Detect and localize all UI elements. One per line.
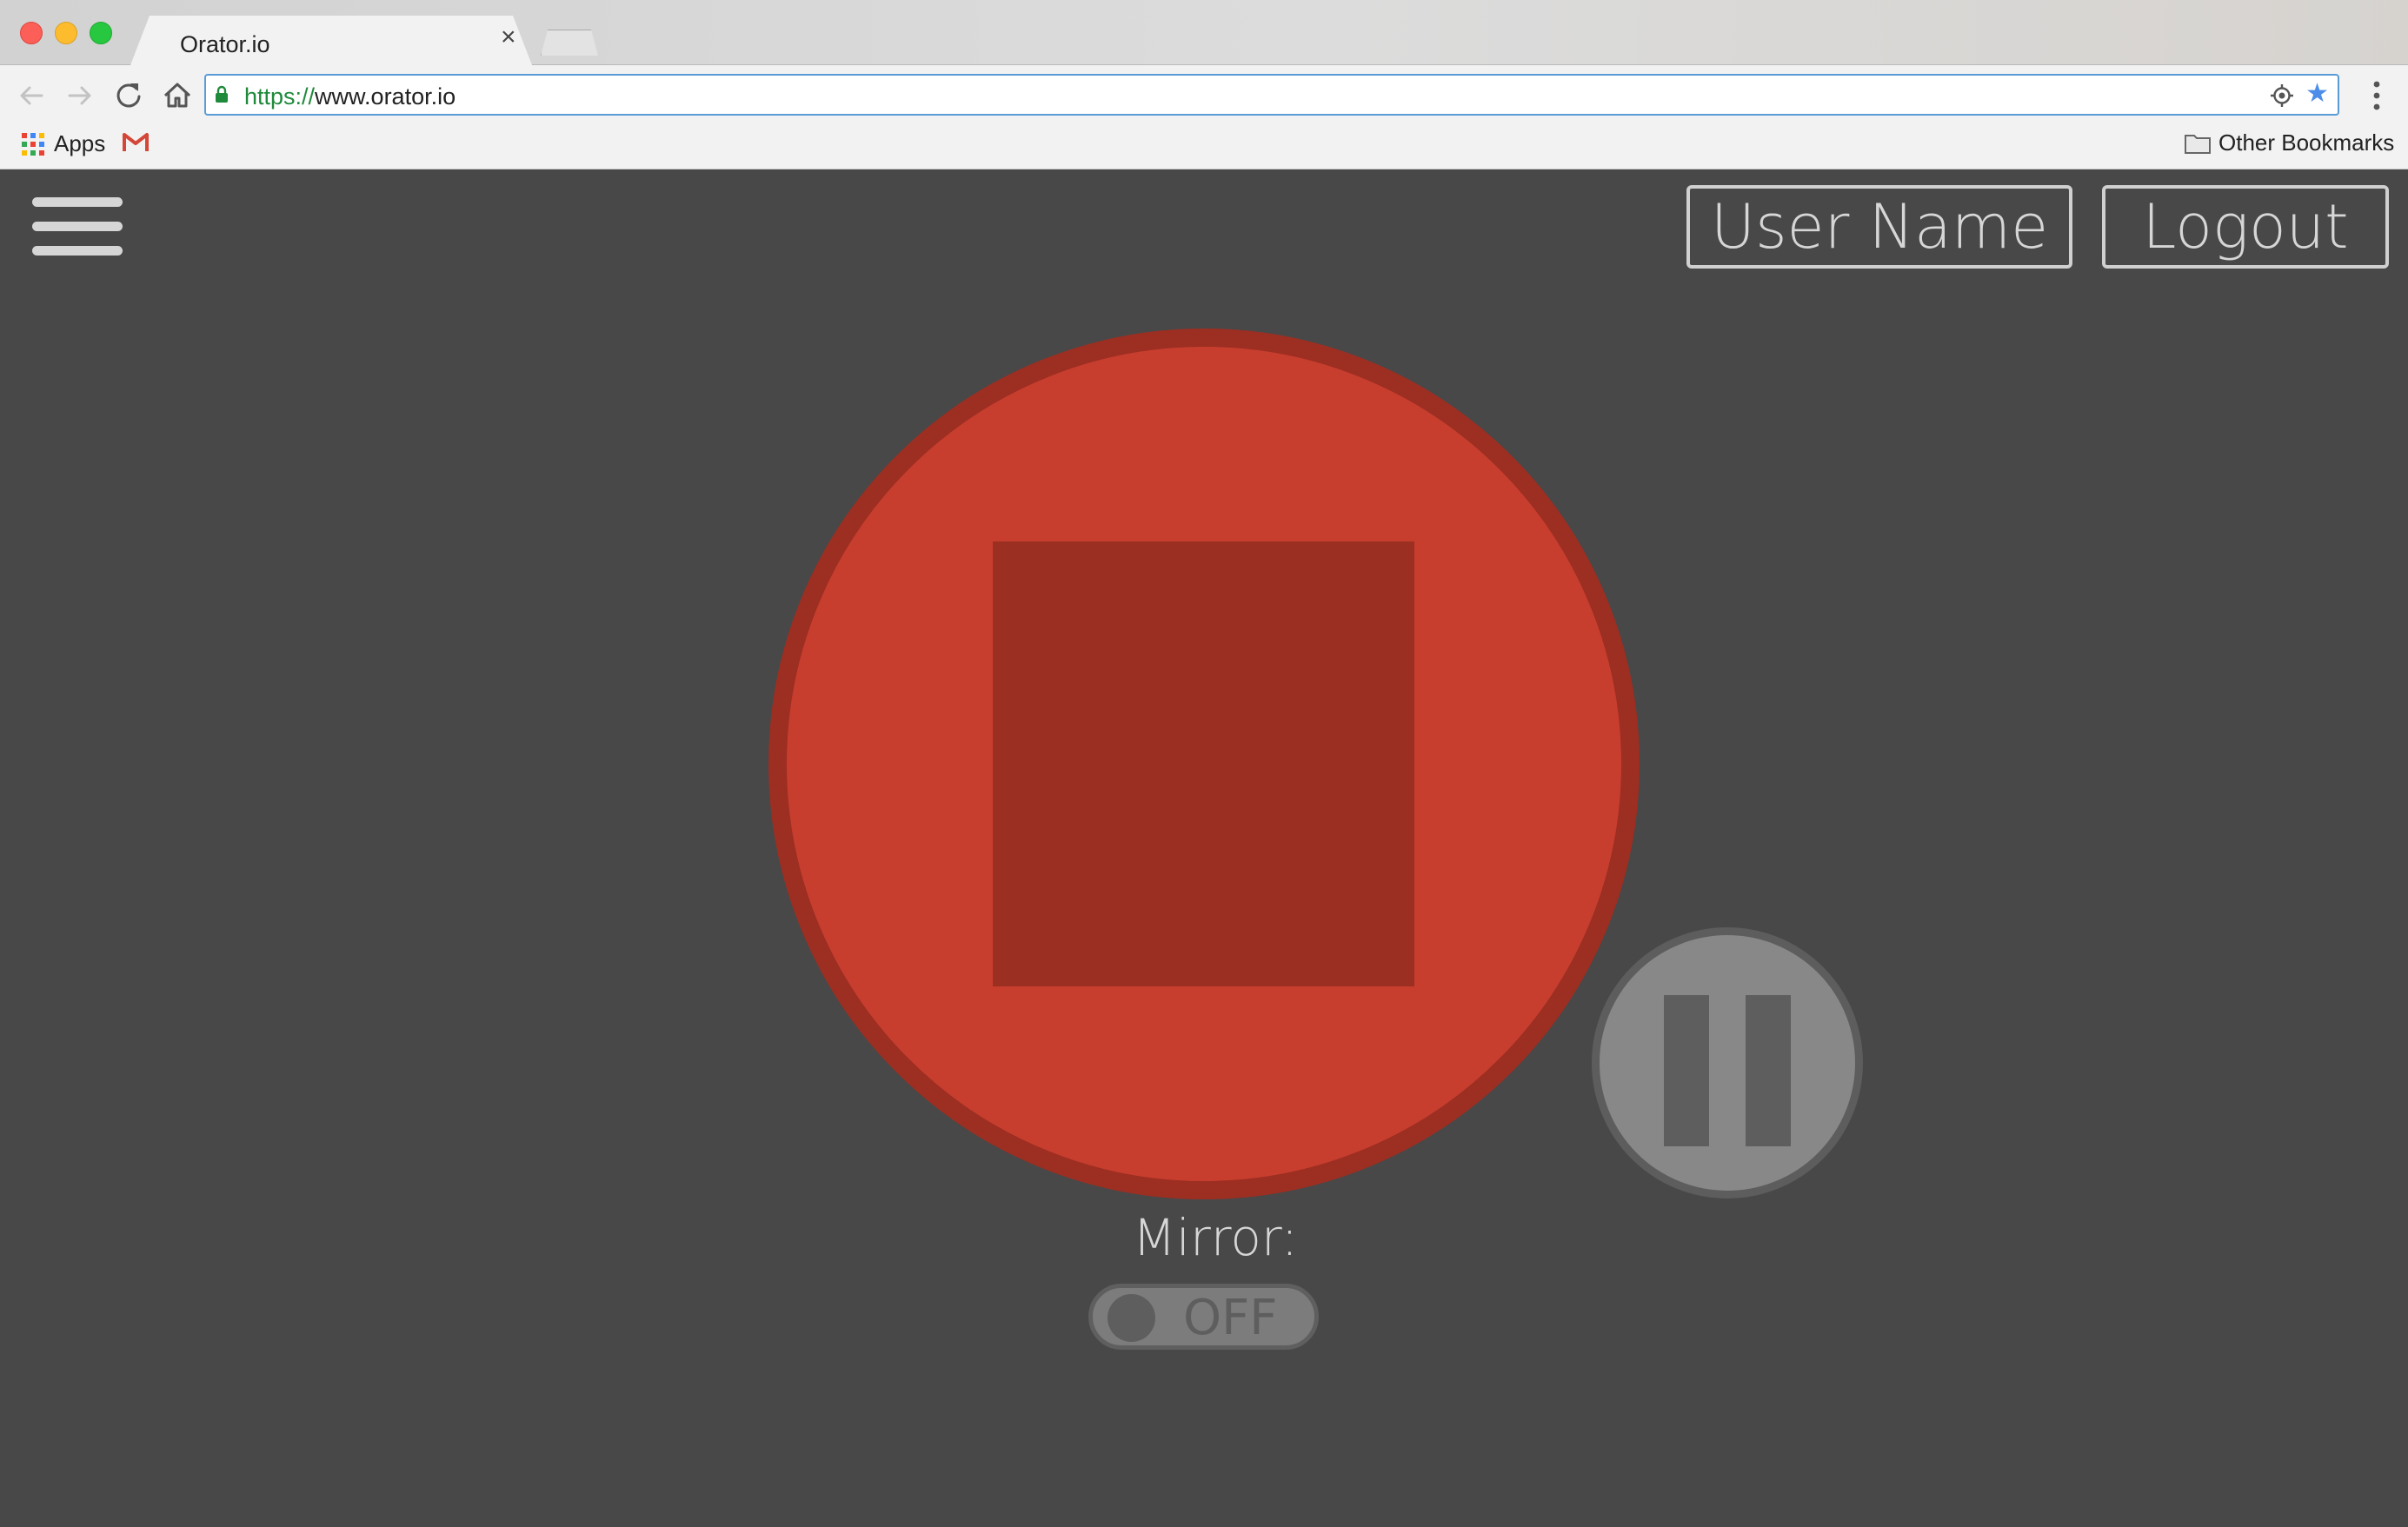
apps-grid-icon: [22, 132, 44, 156]
forward-arrow-icon[interactable]: [61, 76, 99, 115]
pause-icon: [1664, 995, 1709, 1146]
home-icon[interactable]: [158, 76, 196, 115]
bookmark-apps-label: Apps: [54, 130, 106, 156]
window-close-button[interactable]: [20, 22, 43, 44]
hamburger-bar: [32, 197, 123, 207]
browser-chrome: Orator.io × https://www.orator.io ★ Apps…: [0, 0, 2408, 169]
bookmark-other-label: Other Bookmarks: [2218, 129, 2395, 156]
location-icon[interactable]: [2270, 83, 2294, 108]
lock-icon: [216, 85, 228, 103]
folder-icon: [2185, 134, 2211, 154]
star-icon[interactable]: ★: [2305, 81, 2329, 107]
hamburger-bar: [32, 222, 123, 231]
hamburger-icon[interactable]: [32, 197, 123, 256]
browser-tab-active[interactable]: Orator.io ×: [130, 16, 532, 65]
tab-title: Orator.io: [180, 31, 270, 57]
tab-close-icon[interactable]: ×: [501, 24, 516, 50]
orator-app: User Name Logout Mirror: OFF: [0, 169, 2408, 1527]
hamburger-bar: [32, 246, 123, 256]
url-text: https://www.orator.io: [244, 83, 456, 110]
new-tab-button[interactable]: [541, 30, 598, 56]
logout-button[interactable]: Logout: [2102, 185, 2389, 269]
reload-icon[interactable]: [110, 76, 148, 115]
mirror-label: Mirror:: [1132, 1208, 1299, 1267]
mirror-toggle[interactable]: OFF: [1088, 1284, 1319, 1350]
bookmark-other[interactable]: Other Bookmarks: [2184, 129, 2394, 156]
menu-dots-icon[interactable]: [2371, 78, 2383, 113]
toggle-knob: [1108, 1294, 1155, 1342]
back-arrow-icon[interactable]: [12, 76, 50, 115]
url-scheme: https://: [244, 83, 316, 110]
user-name-button[interactable]: User Name: [1686, 185, 2072, 269]
stop-icon: [993, 541, 1414, 986]
pause-button[interactable]: [1592, 927, 1863, 1198]
tab-strip: Orator.io ×: [0, 0, 2408, 65]
toggle-state-label: OFF: [1183, 1290, 1278, 1346]
bookmark-apps[interactable]: Apps: [21, 130, 105, 157]
url-host: www.orator.io: [315, 83, 456, 110]
gmail-icon[interactable]: [122, 132, 150, 153]
window-minimize-button[interactable]: [55, 22, 77, 44]
address-bar[interactable]: https://www.orator.io ★: [204, 74, 2339, 116]
pause-icon: [1746, 995, 1791, 1146]
window-maximize-button[interactable]: [90, 22, 112, 44]
